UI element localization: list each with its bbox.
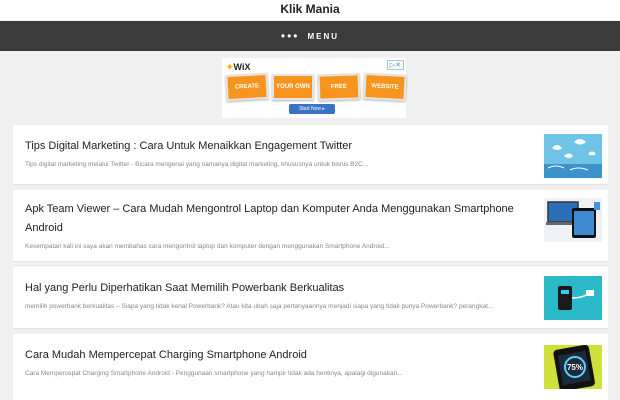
post-excerpt: Tips digital marketing melalui Twitter -… (25, 161, 369, 168)
ad-start-button[interactable]: Start Now ▸ (289, 104, 335, 114)
post-title[interactable]: Tips Digital Marketing : Cara Untuk Mena… (25, 137, 533, 156)
site-header: Klik Mania (0, 0, 620, 20)
ad-tile: YOUR OWN (272, 74, 314, 100)
twitter-birds-icon[interactable] (544, 134, 602, 178)
post-title[interactable]: Cara Mudah Mempercepat Charging Smartpho… (25, 346, 533, 365)
ad-tile: WEBSITE (363, 72, 407, 102)
post-title[interactable]: Hal yang Perlu Diperhatikan Saat Memilih… (25, 279, 533, 298)
devices-icon[interactable] (544, 198, 602, 242)
wix-logo: ✦WiX (226, 62, 251, 72)
battery-percent-label: 75% (567, 363, 583, 372)
site-title[interactable]: Klik Mania (280, 0, 339, 17)
menu-label: MENU (307, 31, 340, 41)
powerbank-icon[interactable] (544, 276, 602, 320)
post-card: Tips Digital Marketing : Cara Untuk Mena… (13, 125, 608, 185)
menu-button[interactable]: ••• MENU (0, 21, 620, 51)
wix-ad-banner[interactable]: ✦WiX ▷✕ CREATE YOUR OWN FREE WEBSITE Sta… (222, 58, 407, 118)
post-title[interactable]: Apk Team Viewer – Cara Mudah Mengontrol … (25, 200, 533, 238)
post-list: Tips Digital Marketing : Cara Untuk Mena… (13, 125, 608, 400)
ad-tiles: CREATE YOUR OWN FREE WEBSITE (225, 72, 407, 102)
ad-tile: FREE (317, 73, 361, 101)
more-dots-icon: ••• (280, 29, 300, 43)
post-excerpt: Kesempatan kali ini saya akan membahas c… (25, 243, 390, 250)
battery-phone-icon[interactable]: 75% (544, 345, 602, 389)
ad-tile: CREATE (225, 72, 269, 102)
post-card: Apk Team Viewer – Cara Mudah Mengontrol … (13, 190, 608, 262)
post-excerpt: Cara Mempercepat Charging Smartphone And… (25, 370, 403, 377)
adchoices-icon[interactable]: ▷✕ (386, 60, 404, 70)
post-excerpt: memilih powerbank berkualitas – Siapa ya… (25, 303, 494, 310)
post-card: Hal yang Perlu Diperhatikan Saat Memilih… (13, 267, 608, 329)
post-card: Cara Mudah Mempercepat Charging Smartpho… (13, 334, 608, 400)
